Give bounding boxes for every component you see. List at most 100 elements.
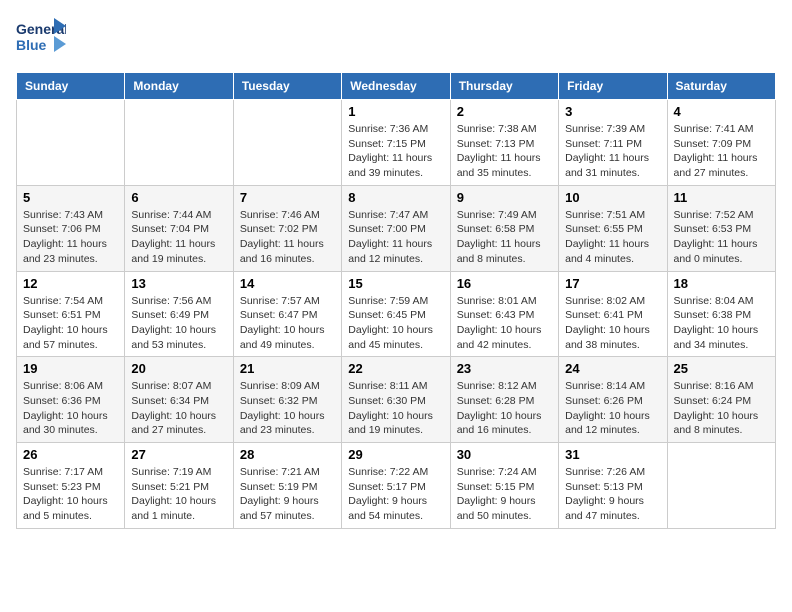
day-info: Sunrise: 8:04 AM Sunset: 6:38 PM Dayligh… [674,294,769,353]
day-number: 19 [23,361,118,376]
day-number: 13 [131,276,226,291]
day-cell: 10 Sunrise: 7:51 AM Sunset: 6:55 PM Dayli… [559,185,667,271]
day-cell: 5 Sunrise: 7:43 AM Sunset: 7:06 PM Daylig… [17,185,125,271]
day-cell: 8Sunrise: 7:47 AM Sunset: 7:00 PM Daylig… [342,185,450,271]
day-cell: 27Sunrise: 7:19 AM Sunset: 5:21 PM Dayli… [125,443,233,529]
day-cell: 18 Sunrise: 8:04 AM Sunset: 6:38 PM Dayli… [667,271,775,357]
day-cell: 9Sunrise: 7:49 AM Sunset: 6:58 PM Daylig… [450,185,558,271]
day-number: 10 [565,190,660,205]
day-cell: 12 Sunrise: 7:54 AM Sunset: 6:51 PM Dayli… [17,271,125,357]
day-number: 1 [348,104,443,119]
day-cell: 21Sunrise: 8:09 AM Sunset: 6:32 PM Dayli… [233,357,341,443]
day-info: Sunrise: 7:52 AM Sunset: 6:53 PM Dayligh… [674,208,769,267]
day-number: 31 [565,447,660,462]
day-info: Sunrise: 7:54 AM Sunset: 6:51 PM Dayligh… [23,294,118,353]
day-cell: 22 Sunrise: 8:11 AM Sunset: 6:30 PM Dayli… [342,357,450,443]
day-info: Sunrise: 8:06 AM Sunset: 6:36 PM Dayligh… [23,379,118,438]
day-cell: 31 Sunrise: 7:26 AM Sunset: 5:13 PM Dayli… [559,443,667,529]
day-info: Sunrise: 8:07 AM Sunset: 6:34 PM Dayligh… [131,379,226,438]
day-cell: 7 Sunrise: 7:46 AM Sunset: 7:02 PM Daylig… [233,185,341,271]
day-number: 25 [674,361,769,376]
day-info: Sunrise: 7:24 AM Sunset: 5:15 PM Dayligh… [457,465,552,524]
day-cell [17,100,125,186]
day-number: 28 [240,447,335,462]
day-number: 14 [240,276,335,291]
day-number: 6 [131,190,226,205]
day-number: 23 [457,361,552,376]
day-number: 2 [457,104,552,119]
day-info: Sunrise: 8:11 AM Sunset: 6:30 PM Dayligh… [348,379,443,438]
day-cell: 25Sunrise: 8:16 AM Sunset: 6:24 PM Dayli… [667,357,775,443]
day-info: Sunrise: 7:47 AM Sunset: 7:00 PM Dayligh… [348,208,443,267]
day-info: Sunrise: 8:14 AM Sunset: 6:26 PM Dayligh… [565,379,660,438]
day-cell: 20 Sunrise: 8:07 AM Sunset: 6:34 PM Dayli… [125,357,233,443]
day-info: Sunrise: 8:01 AM Sunset: 6:43 PM Dayligh… [457,294,552,353]
day-number: 29 [348,447,443,462]
day-cell: 11 Sunrise: 7:52 AM Sunset: 6:53 PM Dayli… [667,185,775,271]
day-info: Sunrise: 7:46 AM Sunset: 7:02 PM Dayligh… [240,208,335,267]
day-number: 15 [348,276,443,291]
day-info: Sunrise: 7:51 AM Sunset: 6:55 PM Dayligh… [565,208,660,267]
day-cell: 23 Sunrise: 8:12 AM Sunset: 6:28 PM Dayli… [450,357,558,443]
day-info: Sunrise: 8:12 AM Sunset: 6:28 PM Dayligh… [457,379,552,438]
logo-svg: GeneralBlue [16,16,66,60]
day-number: 9 [457,190,552,205]
logo: GeneralBlue [16,16,66,60]
day-cell: 19 Sunrise: 8:06 AM Sunset: 6:36 PM Dayli… [17,357,125,443]
day-info: Sunrise: 7:39 AM Sunset: 7:11 PM Dayligh… [565,122,660,181]
day-cell: 17 Sunrise: 8:02 AM Sunset: 6:41 PM Dayli… [559,271,667,357]
day-number: 17 [565,276,660,291]
day-info: Sunrise: 7:26 AM Sunset: 5:13 PM Dayligh… [565,465,660,524]
weekday-header-wednesday: Wednesday [342,73,450,100]
day-info: Sunrise: 7:22 AM Sunset: 5:17 PM Dayligh… [348,465,443,524]
day-info: Sunrise: 7:43 AM Sunset: 7:06 PM Dayligh… [23,208,118,267]
day-info: Sunrise: 7:56 AM Sunset: 6:49 PM Dayligh… [131,294,226,353]
day-number: 16 [457,276,552,291]
week-row-1: 1 Sunrise: 7:36 AM Sunset: 7:15 PM Daylig… [17,100,776,186]
day-cell: 4 Sunrise: 7:41 AM Sunset: 7:09 PM Daylig… [667,100,775,186]
day-info: Sunrise: 7:17 AM Sunset: 5:23 PM Dayligh… [23,465,118,524]
day-number: 18 [674,276,769,291]
day-cell: 1 Sunrise: 7:36 AM Sunset: 7:15 PM Daylig… [342,100,450,186]
day-info: Sunrise: 8:02 AM Sunset: 6:41 PM Dayligh… [565,294,660,353]
day-cell: 26 Sunrise: 7:17 AM Sunset: 5:23 PM Dayli… [17,443,125,529]
weekday-header-row: SundayMondayTuesdayWednesdayThursdayFrid… [17,73,776,100]
day-number: 11 [674,190,769,205]
weekday-header-thursday: Thursday [450,73,558,100]
day-cell [667,443,775,529]
day-cell: 2Sunrise: 7:38 AM Sunset: 7:13 PM Daylig… [450,100,558,186]
day-cell: 16 Sunrise: 8:01 AM Sunset: 6:43 PM Dayli… [450,271,558,357]
weekday-header-friday: Friday [559,73,667,100]
calendar-table: SundayMondayTuesdayWednesdayThursdayFrid… [16,72,776,529]
day-cell: 29 Sunrise: 7:22 AM Sunset: 5:17 PM Dayli… [342,443,450,529]
day-number: 12 [23,276,118,291]
page-header: GeneralBlue [16,16,776,60]
day-cell: 28 Sunrise: 7:21 AM Sunset: 5:19 PM Dayli… [233,443,341,529]
day-cell: 13 Sunrise: 7:56 AM Sunset: 6:49 PM Dayli… [125,271,233,357]
day-info: Sunrise: 7:57 AM Sunset: 6:47 PM Dayligh… [240,294,335,353]
week-row-4: 19 Sunrise: 8:06 AM Sunset: 6:36 PM Dayli… [17,357,776,443]
day-info: Sunrise: 7:59 AM Sunset: 6:45 PM Dayligh… [348,294,443,353]
day-number: 5 [23,190,118,205]
week-row-5: 26 Sunrise: 7:17 AM Sunset: 5:23 PM Dayli… [17,443,776,529]
day-number: 4 [674,104,769,119]
day-number: 7 [240,190,335,205]
weekday-header-monday: Monday [125,73,233,100]
svg-text:Blue: Blue [16,37,47,53]
day-cell: 14 Sunrise: 7:57 AM Sunset: 6:47 PM Dayli… [233,271,341,357]
day-info: Sunrise: 7:41 AM Sunset: 7:09 PM Dayligh… [674,122,769,181]
day-number: 26 [23,447,118,462]
day-cell: 3 Sunrise: 7:39 AM Sunset: 7:11 PM Daylig… [559,100,667,186]
day-number: 22 [348,361,443,376]
day-number: 3 [565,104,660,119]
day-cell [233,100,341,186]
day-info: Sunrise: 7:44 AM Sunset: 7:04 PM Dayligh… [131,208,226,267]
day-cell: 30Sunrise: 7:24 AM Sunset: 5:15 PM Dayli… [450,443,558,529]
day-number: 24 [565,361,660,376]
week-row-2: 5 Sunrise: 7:43 AM Sunset: 7:06 PM Daylig… [17,185,776,271]
day-number: 27 [131,447,226,462]
day-number: 20 [131,361,226,376]
day-info: Sunrise: 7:21 AM Sunset: 5:19 PM Dayligh… [240,465,335,524]
weekday-header-saturday: Saturday [667,73,775,100]
day-info: Sunrise: 7:36 AM Sunset: 7:15 PM Dayligh… [348,122,443,181]
